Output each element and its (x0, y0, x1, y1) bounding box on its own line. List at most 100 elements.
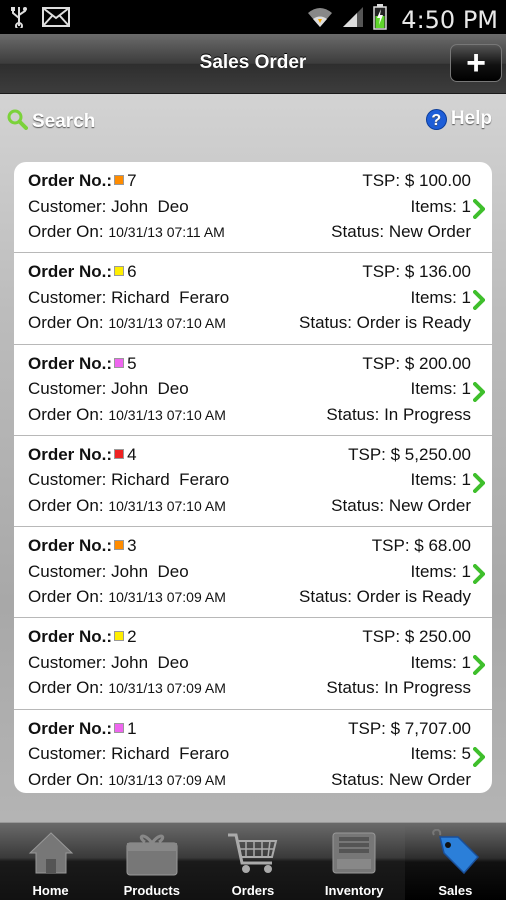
order-number: 7 (127, 171, 137, 190)
order-status: Status: Order is Ready (299, 313, 471, 333)
tab-label: Products (123, 883, 180, 898)
help-label: Help (450, 108, 492, 129)
order-tsp: TSP: $ 7,707.00 (348, 718, 471, 738)
tab-products[interactable]: Products (101, 823, 202, 900)
order-items: Items: 1 (410, 652, 471, 672)
order-items: Items: 1 (410, 379, 471, 399)
battery-charging-icon (373, 4, 388, 35)
order-items: Items: 1 (410, 287, 471, 307)
order-date: 10/31/13 07:09 AM (108, 589, 226, 606)
order-items: Items: 5 (410, 744, 471, 764)
order-items: Items: 1 (410, 470, 471, 490)
order-date: 10/31/13 07:09 AM (108, 771, 226, 788)
order-tsp: TSP: $ 200.00 (362, 353, 471, 373)
order-number: 3 (127, 536, 137, 556)
price-tag-icon (428, 828, 482, 884)
gift-box-icon (123, 829, 181, 882)
order-status: Status: In Progress (326, 404, 471, 424)
chevron-right-icon (473, 564, 485, 585)
order-number: 6 (127, 262, 137, 282)
customer-name: John Deo (111, 561, 189, 581)
order-color-swatch (114, 357, 125, 368)
order-tsp: TSP: $ 68.00 (371, 536, 471, 556)
add-order-button[interactable]: + (450, 44, 502, 82)
order-on-label: Order On: (28, 769, 104, 789)
order-on-label: Order On: (28, 495, 104, 515)
order-on-label: Order On: (28, 404, 104, 424)
mail-icon (42, 7, 70, 32)
order-row[interactable]: Order No.: 7 TSP: $ 100.00 Customer: John D… (14, 162, 492, 254)
chevron-right-icon (473, 381, 485, 402)
customer-label: Customer: (28, 470, 107, 490)
chevron-right-icon (473, 472, 485, 493)
order-number-label: Order No.: (28, 627, 113, 647)
order-tsp: TSP: $ 136.00 (362, 262, 471, 282)
order-items: Items: 1 (410, 561, 471, 581)
order-color-swatch (114, 266, 125, 277)
order-status: Status: New Order (331, 495, 471, 515)
order-tsp: TSP: $ 100.00 (362, 171, 471, 190)
order-row[interactable]: Order No.: 2 TSP: $ 250.00 Customer: John D… (14, 618, 492, 710)
clock: 4:50 PM (401, 5, 498, 34)
order-row[interactable]: Order No.: 4 TSP: $ 5,250.00 Customer: Rich… (14, 436, 492, 528)
customer-name: Richard Feraro (111, 287, 230, 307)
signal-icon (341, 5, 365, 34)
order-row[interactable]: Order No.: 6 TSP: $ 136.00 Customer: Richar… (14, 253, 492, 345)
tab-inventory[interactable]: Inventory (304, 823, 405, 900)
order-number: 2 (127, 627, 137, 647)
tab-sales[interactable]: Sales (404, 823, 506, 900)
tab-label: Sales (438, 883, 473, 898)
tab-bar: Home Products Orders Inventory Sales (0, 822, 506, 900)
order-number-label: Order No.: (28, 353, 113, 373)
chevron-right-icon (473, 290, 485, 311)
wifi-icon (307, 5, 333, 34)
customer-label: Customer: (28, 196, 107, 216)
tab-label: Home (32, 883, 69, 898)
order-number: 5 (127, 353, 137, 373)
help-button[interactable]: ? Help (425, 108, 492, 130)
search-label: Search (32, 111, 96, 132)
order-on-label: Order On: (28, 222, 104, 241)
order-color-swatch (114, 722, 125, 733)
order-color-swatch (114, 448, 125, 459)
storage-box-icon (329, 829, 379, 882)
order-row[interactable]: Order No.: 5 TSP: $ 200.00 Customer: John D… (14, 345, 492, 436)
order-on-label: Order On: (28, 313, 104, 333)
order-number-label: Order No.: (28, 262, 113, 282)
order-on-label: Order On: (28, 587, 104, 607)
customer-name: John Deo (111, 652, 189, 672)
order-color-swatch (114, 631, 125, 642)
order-date: 10/31/13 07:10 AM (108, 315, 226, 332)
shopping-cart-icon (226, 829, 280, 882)
order-on-label: Order On: (28, 678, 104, 698)
order-number-label: Order No.: (28, 171, 113, 190)
customer-name: Richard Feraro (111, 744, 230, 764)
order-number-label: Order No.: (28, 444, 113, 464)
tab-home[interactable]: Home (0, 823, 101, 900)
chevron-right-icon (473, 746, 485, 767)
customer-label: Customer: (28, 379, 107, 399)
order-row[interactable]: Order No.: 3 TSP: $ 68.00 Customer: John De… (14, 527, 492, 619)
order-status: Status: Order is Ready (299, 587, 471, 607)
chevron-right-icon (473, 655, 485, 676)
house-icon (26, 829, 76, 882)
customer-name: John Deo (111, 379, 189, 399)
search-button[interactable]: Search (6, 108, 95, 136)
order-tsp: TSP: $ 250.00 (362, 627, 471, 647)
toolbar: Search ? Help (0, 94, 506, 150)
order-color-swatch (114, 540, 125, 551)
order-date: 10/31/13 07:11 AM (108, 224, 225, 240)
order-tsp: TSP: $ 5,250.00 (348, 444, 471, 464)
order-row[interactable]: Order No.: 1 TSP: $ 7,707.00 Customer: Rich… (14, 710, 492, 793)
main-content: Search ? Help Order No.: 7 TSP: $ 100.00 Cu… (0, 94, 506, 822)
order-status: Status: New Order (331, 769, 471, 789)
tab-label: Orders (231, 883, 275, 898)
customer-label: Customer: (28, 652, 107, 672)
order-status: Status: New Order (331, 222, 471, 241)
order-number: 4 (127, 444, 137, 464)
customer-name: John Deo (111, 196, 189, 216)
customer-label: Customer: (28, 561, 107, 581)
tab-orders[interactable]: Orders (202, 823, 303, 900)
page-title: Sales Order (199, 52, 307, 73)
help-icon: ? (425, 108, 447, 130)
